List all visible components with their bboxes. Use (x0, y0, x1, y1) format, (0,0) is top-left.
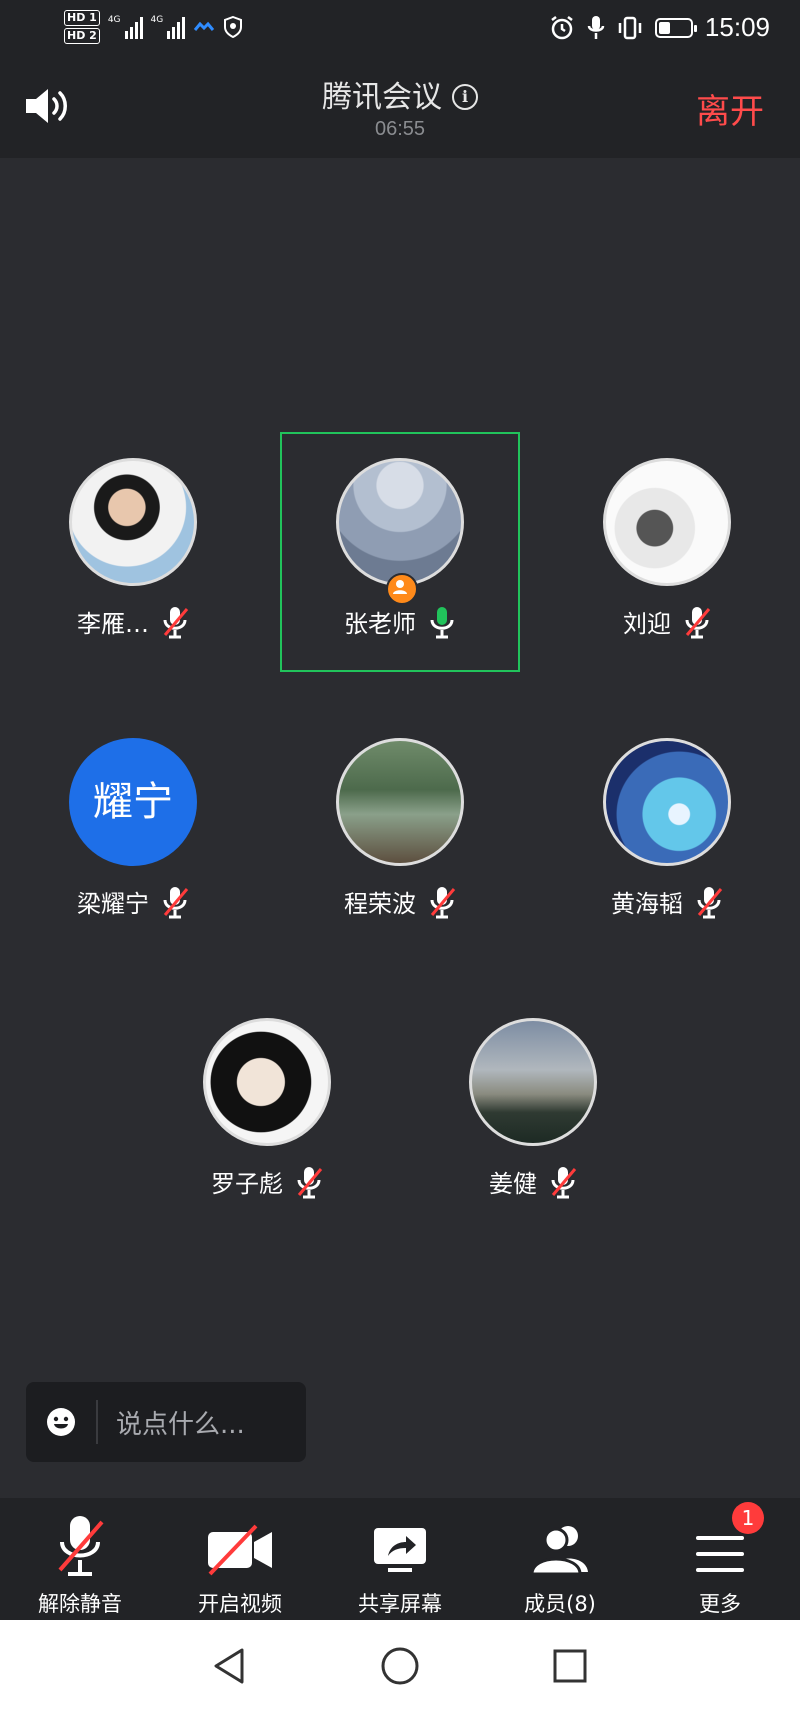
avatar (336, 458, 464, 586)
more-label: 更多 (699, 1592, 741, 1616)
home-icon (381, 1647, 419, 1685)
signal-icon: 4G (151, 15, 186, 39)
participant-name: 刘迎 (623, 610, 671, 638)
mic-muted-icon (58, 1516, 104, 1576)
leave-button[interactable]: 离开 (696, 84, 764, 133)
video-off-icon (208, 1524, 272, 1576)
meeting-header: 腾讯会议 i 06:55 离开 (0, 60, 800, 158)
network-label: 4G (107, 15, 121, 25)
participant-name: 李雁… (77, 610, 149, 638)
battery-icon (654, 17, 697, 38)
members-button[interactable]: 成员(8) (480, 1498, 640, 1620)
mic-muted-icon (695, 885, 723, 919)
info-icon[interactable]: i (452, 84, 478, 110)
mic-muted-icon (161, 885, 189, 919)
mic-muted-icon (161, 605, 189, 639)
meeting-title-text: 腾讯会议 (322, 80, 442, 115)
participant-tile[interactable]: 刘迎 (557, 458, 777, 639)
mic-on-icon (428, 605, 456, 639)
start-video-button[interactable]: 开启视频 (160, 1498, 320, 1620)
participant-name: 梁耀宁 (77, 890, 149, 918)
avatar (69, 458, 197, 586)
home-button[interactable] (380, 1646, 420, 1690)
mic-muted-icon (683, 605, 711, 639)
sim1-label: HD 1 (64, 10, 100, 26)
unmute-label: 解除静音 (38, 1592, 122, 1616)
more-button[interactable]: 1 更多 (640, 1498, 800, 1620)
chat-input[interactable]: 说点什么... (26, 1382, 306, 1462)
back-icon (214, 1648, 244, 1684)
vpn-icon (224, 16, 243, 38)
menu-icon (696, 1536, 744, 1572)
members-icon (530, 1526, 588, 1576)
participant-tile[interactable]: 耀宁梁耀宁 (23, 738, 243, 919)
participant-name: 罗子彪 (211, 1170, 283, 1198)
wifi-icon (194, 21, 215, 31)
mic-icon (587, 15, 605, 39)
vibrate-icon (618, 16, 642, 39)
clock: 15:09 (704, 12, 770, 42)
participant-name: 姜健 (489, 1170, 537, 1198)
unmute-button[interactable]: 解除静音 (0, 1498, 160, 1620)
bottom-toolbar: 解除静音 开启视频 共享屏幕 成员(8) 1 更多 (0, 1498, 800, 1620)
meeting-timer: 06:55 (374, 118, 426, 140)
participant-name: 黄海韬 (611, 890, 683, 918)
participant-name: 张老师 (344, 610, 416, 638)
signal-icon: 4G (108, 15, 143, 39)
share-screen-button[interactable]: 共享屏幕 (320, 1498, 480, 1620)
network-label: 4G (150, 15, 164, 25)
avatar: 耀宁 (69, 738, 197, 866)
share-screen-label: 共享屏幕 (358, 1592, 442, 1616)
chat-placeholder: 说点什么... (116, 1409, 245, 1440)
notification-badge: 1 (732, 1502, 764, 1534)
sim2-label: HD 2 (64, 28, 100, 44)
back-button[interactable] (210, 1646, 250, 1690)
start-video-label: 开启视频 (198, 1592, 282, 1616)
host-badge-icon (386, 573, 418, 605)
participant-tile[interactable]: 黄海韬 (557, 738, 777, 919)
participant-tile[interactable]: 罗子彪 (157, 1018, 377, 1199)
members-label: 成员(8) (524, 1592, 596, 1616)
mic-muted-icon (428, 885, 456, 919)
recents-button[interactable] (550, 1646, 590, 1690)
mic-muted-icon (295, 1165, 323, 1199)
divider (96, 1400, 98, 1444)
avatar (203, 1018, 331, 1146)
mic-muted-icon (549, 1165, 577, 1199)
recents-icon (553, 1649, 587, 1683)
participant-tile[interactable]: 李雁… (23, 458, 243, 639)
emoji-icon (47, 1408, 75, 1436)
alarm-icon (551, 15, 573, 39)
system-nav-bar (0, 1620, 800, 1712)
meeting-title[interactable]: 腾讯会议 i (0, 72, 800, 116)
share-screen-icon (374, 1528, 426, 1572)
hd-icon: HD 1 HD 2 (64, 10, 100, 44)
participant-tile[interactable]: 姜健 (423, 1018, 643, 1199)
avatar (336, 738, 464, 866)
participant-name: 程荣波 (344, 890, 416, 918)
avatar (469, 1018, 597, 1146)
status-bar: HD 1 HD 2 4G 4G 15:09 (0, 0, 800, 60)
participant-tile[interactable]: 程荣波 (290, 738, 510, 919)
participant-tile[interactable]: 张老师 (290, 458, 510, 639)
avatar (603, 458, 731, 586)
emoji-button[interactable] (26, 1407, 96, 1437)
avatar (603, 738, 731, 866)
